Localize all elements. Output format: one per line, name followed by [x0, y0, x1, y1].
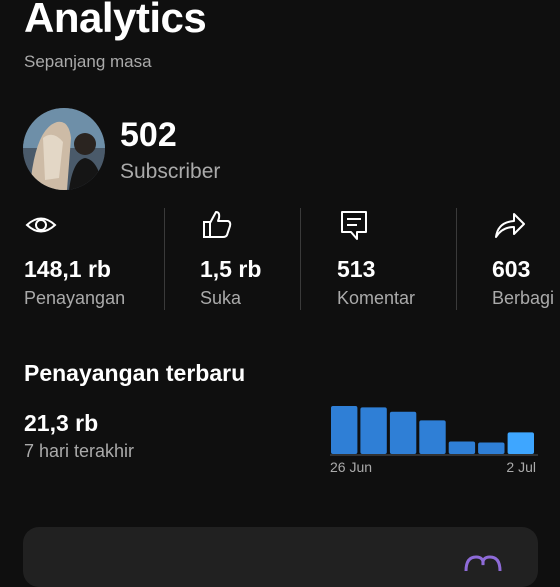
stat-label: Komentar — [337, 288, 416, 308]
chart-bar[interactable] — [389, 411, 417, 454]
subscriber-count: 502 — [120, 116, 177, 154]
avatar[interactable] — [23, 108, 105, 190]
stat-value: 148,1 rb — [24, 256, 111, 282]
chart-tick-label: 26 Jun — [330, 459, 372, 475]
divider — [456, 208, 457, 310]
page-title: Analytics — [24, 0, 207, 41]
date-range-label[interactable]: Sepanjang masa — [24, 52, 152, 72]
chart-bar[interactable] — [331, 406, 358, 454]
chart-tick-label: 2 Jul — [506, 459, 536, 475]
chart-bar[interactable] — [448, 441, 476, 455]
chart-bar[interactable] — [507, 432, 534, 454]
stat-value: 603 — [492, 256, 531, 282]
subscriber-label: Subscriber — [120, 160, 221, 183]
eye-icon — [25, 217, 57, 233]
chart-bar[interactable] — [419, 420, 446, 454]
stat-value: 1,5 rb — [200, 256, 262, 282]
stat-value: 513 — [337, 256, 376, 282]
recent-views-range: 7 hari terakhir — [24, 441, 135, 461]
recent-views-title: Penayangan terbaru — [24, 360, 246, 386]
comment-icon — [341, 211, 367, 240]
share-icon — [495, 213, 525, 238]
chart-bar[interactable] — [478, 442, 505, 455]
divider — [300, 208, 301, 310]
recent-views-value: 21,3 rb — [24, 410, 99, 436]
stat-label: Suka — [200, 288, 242, 308]
stat-label: Penayangan — [24, 288, 126, 308]
stat-label: Berbagi — [492, 288, 555, 308]
divider — [164, 208, 165, 310]
recent-views-chart[interactable]: 26 Jun 2 Jul — [328, 400, 540, 480]
infinity-icon — [464, 555, 502, 571]
bottom-card[interactable] — [23, 527, 538, 587]
chart-bar[interactable] — [360, 407, 387, 454]
thumbs-up-icon — [203, 211, 232, 238]
